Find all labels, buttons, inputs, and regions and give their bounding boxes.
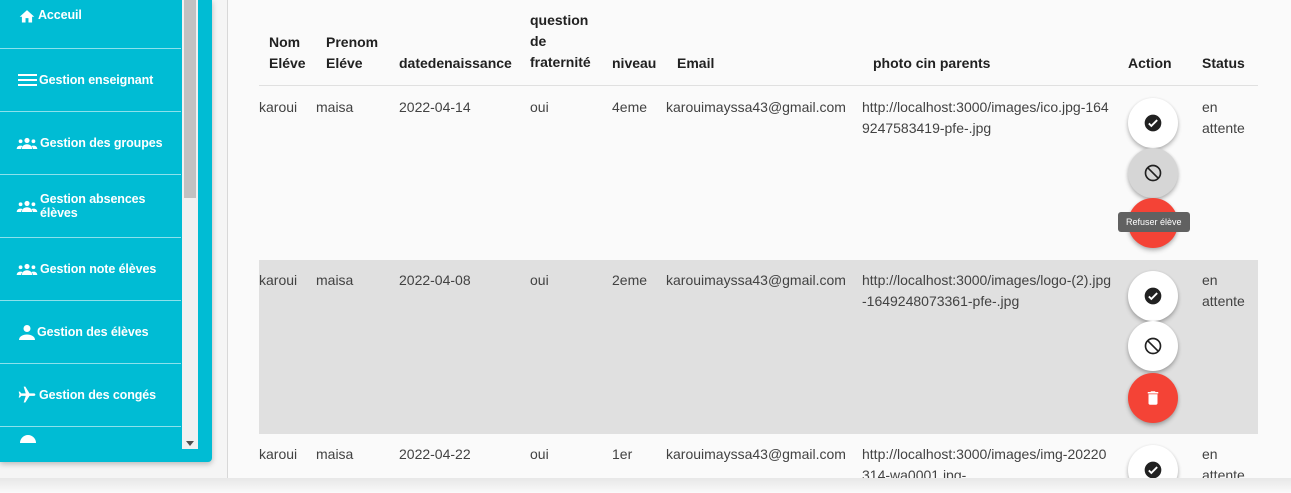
check-circle-icon [1144,114,1162,132]
scroll-down-icon[interactable] [186,441,194,446]
group-icon [16,200,38,212]
cell-email: karouimayssa43@gmail.com [666,272,846,288]
airplane-icon [17,385,37,405]
tooltip: Refuser élève [1118,212,1190,232]
sidebar-item-gestion-enseignant[interactable]: Gestion enseignant [0,49,181,112]
person-icon [19,324,35,340]
table-row: karoui maisa 2022-04-14 oui 4eme karouim… [259,87,1258,260]
delete-button[interactable] [1128,373,1178,423]
cell-nom: karoui [259,99,298,115]
cell-question: oui [530,99,549,115]
refuse-button[interactable] [1128,321,1178,371]
sidebar-item-label: Gestion des congés [39,388,156,402]
cell-prenom: maisa [316,446,354,462]
group-icon [16,137,38,149]
cell-status: en attente [1202,272,1245,309]
sidebar-item-gestion-groupes[interactable]: Gestion des groupes [0,112,181,175]
sidebar-item-gestion-absences[interactable]: Gestion absences élèves [0,175,181,238]
cell-status: en attente [1202,446,1245,480]
header-prenom: Prenom Eléve [326,34,379,71]
cell-status: en attente [1202,99,1245,136]
header-photo: photo cin parents [873,55,991,71]
cell-date: 2022-04-14 [399,99,471,115]
sidebar-item-gestion-conges[interactable]: Gestion des congés [0,364,181,427]
bottom-shadow [0,478,1291,493]
cell-niveau: 4eme [612,99,648,115]
accept-button[interactable] [1128,98,1178,148]
cell-photo: http://localhost:3000/images/img-2022031… [862,446,1107,480]
menu-icon [18,73,37,87]
block-icon [1144,337,1162,355]
cell-niveau: 2eme [612,272,648,288]
cell-question: oui [530,446,549,462]
sidebar-item-label: Gestion enseignant [39,73,154,87]
header-question: question de fraternité [530,12,591,70]
sidebar-item-label: Acceuil [38,8,82,22]
cell-nom: karoui [259,446,298,462]
sidebar-item-label: Gestion des groupes [40,136,163,150]
main-content: Nom Eléve Prenom Eléve datedenaissance q… [228,0,1291,480]
trash-icon [1147,391,1159,405]
header-date: datedenaissance [399,55,512,71]
table-row: karoui maisa 2022-04-22 oui 1er karouima… [259,434,1258,480]
accept-button[interactable] [1128,445,1178,480]
sidebar-scrollbar[interactable] [182,0,198,449]
header-action: Action [1128,55,1172,71]
sidebar-item-label: Gestion des élèves [37,325,149,339]
cell-question: oui [530,272,549,288]
header-email: Email [677,55,715,71]
cell-photo: http://localhost:3000/images/logo-(2).jp… [862,272,1112,309]
cell-email: karouimayssa43@gmail.com [666,99,846,115]
cell-date: 2022-04-08 [399,272,471,288]
cell-prenom: maisa [316,99,354,115]
sidebar: Acceuil Gestion enseignant Gestion des g… [0,0,212,462]
scrollbar-thumb[interactable] [184,0,196,198]
header-status: Status [1202,55,1245,71]
group-icon [16,263,38,275]
refuse-button[interactable] [1128,148,1178,198]
sidebar-item-partial [0,427,181,447]
home-icon [18,8,36,24]
header-niveau: niveau [612,55,657,71]
check-circle-icon [1144,287,1162,305]
sidebar-item-label: Gestion note élèves [40,262,157,276]
sidebar-item-gestion-eleves[interactable]: Gestion des élèves [0,301,181,364]
sidebar-nav: Acceuil Gestion enseignant Gestion des g… [0,0,181,447]
cell-nom: karoui [259,272,298,288]
sidebar-item-label: Gestion absences élèves [40,192,146,220]
cell-date: 2022-04-22 [399,446,471,462]
partial-icon [20,435,36,443]
cell-prenom: maisa [316,272,354,288]
cell-photo: http://localhost:3000/images/ico.jpg-164… [862,99,1109,136]
block-icon [1144,164,1162,182]
sidebar-item-gestion-notes[interactable]: Gestion note élèves [0,238,181,301]
table-header: Nom Eléve Prenom Eléve datedenaissance q… [259,0,1258,86]
accept-button[interactable] [1128,271,1178,321]
table-row: karoui maisa 2022-04-08 oui 2eme karouim… [259,260,1258,434]
header-nom: Nom Eléve [269,34,306,71]
cell-email: karouimayssa43@gmail.com [666,446,846,462]
check-circle-icon [1144,461,1162,479]
sidebar-item-acceuil[interactable]: Acceuil [0,0,181,49]
sidebar-container: Acceuil Gestion enseignant Gestion des g… [0,0,212,462]
cell-niveau: 1er [612,446,633,462]
